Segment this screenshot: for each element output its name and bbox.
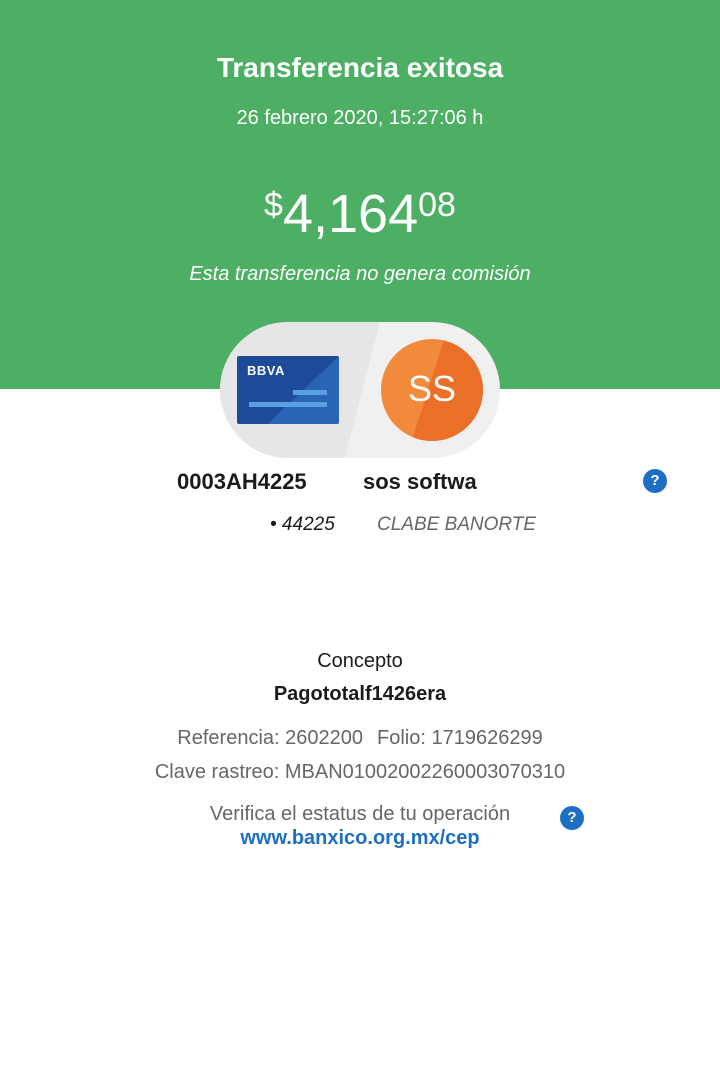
recipient-name: sos softwa bbox=[363, 469, 477, 494]
card-stripe bbox=[293, 390, 327, 395]
bank-logo: BBVA bbox=[247, 363, 285, 378]
recipient-account-mask: • 44225 bbox=[270, 514, 335, 535]
card-stripe bbox=[249, 402, 327, 407]
reference-value: Referencia: 2602200 bbox=[177, 727, 363, 749]
source-account-id: 0003AH4225 bbox=[177, 469, 307, 494]
banxico-cep-link[interactable]: www.banxico.org.mx/cep bbox=[0, 827, 720, 850]
help-icon[interactable]: ? bbox=[560, 806, 584, 830]
page-title: Transferencia exitosa bbox=[216, 52, 504, 83]
verify-status-text: Verifica el estatus de tu operación bbox=[209, 803, 511, 825]
folio-value: Folio: 1719626299 bbox=[377, 727, 543, 749]
avatar-initials: SS bbox=[407, 368, 457, 409]
concept-label: Concepto bbox=[317, 650, 403, 672]
amount-currency: $ bbox=[264, 186, 283, 224]
recipient-account-type: CLABE BANORTE bbox=[377, 514, 537, 535]
amount-integer: 4,164 bbox=[282, 184, 419, 244]
reference-folio-line: Referencia: 2602200 Folio: 1719626299 bbox=[0, 727, 720, 750]
transfer-amount: $4,16408 bbox=[0, 182, 720, 246]
help-icon[interactable]: ? bbox=[643, 469, 667, 493]
amount-decimals: 08 bbox=[418, 186, 456, 224]
recipient-avatar: SS bbox=[381, 339, 483, 441]
commission-note: Esta transferencia no genera comisión bbox=[189, 263, 531, 285]
transfer-datetime: 26 febrero 2020, 15:27:06 h bbox=[236, 107, 484, 129]
bank-card-icon: BBVA bbox=[237, 356, 339, 424]
tracking-key: Clave rastreo: MBAN01002002260003070310 bbox=[154, 761, 566, 783]
concept-value: Pagototalf1426era bbox=[273, 683, 447, 705]
